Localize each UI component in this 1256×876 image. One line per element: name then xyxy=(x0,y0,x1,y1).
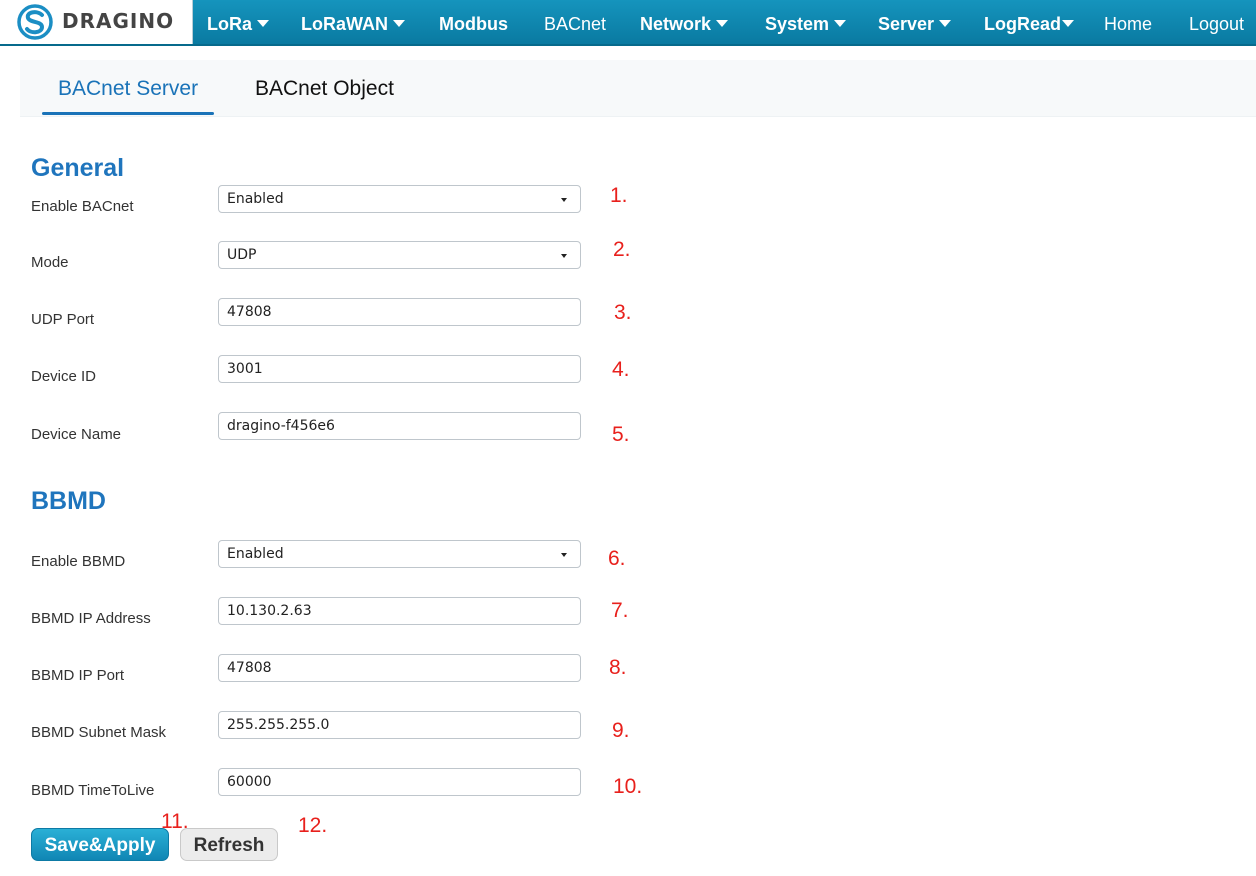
marker-10: 10. xyxy=(613,775,643,798)
bbmd-ip-port-input[interactable]: 47808 xyxy=(218,654,581,682)
marker-6: 6. xyxy=(608,547,626,570)
caret-down-icon xyxy=(257,20,269,28)
enable-bacnet-select[interactable]: Enabled xyxy=(218,185,581,213)
bbmd-subnet-mask-input[interactable]: 255.255.255.0 xyxy=(218,711,581,739)
udp-port-label: UDP Port xyxy=(31,311,95,328)
caret-down-icon xyxy=(393,20,405,28)
nav-bacnet-label: BACnet xyxy=(544,14,607,34)
nav-system[interactable]: System xyxy=(765,0,847,46)
section-title-bbmd: BBMD xyxy=(31,487,106,515)
nav-network[interactable]: Network xyxy=(640,0,729,46)
dragino-logo[interactable]: DRAGINO xyxy=(0,0,193,44)
nav-logout[interactable]: Logout xyxy=(1189,0,1244,46)
refresh-button[interactable]: Refresh xyxy=(180,828,278,861)
logo-text: DRAGINO xyxy=(62,9,175,33)
nav-logread[interactable]: LogRead xyxy=(984,0,1075,46)
caret-down-icon xyxy=(1062,20,1075,28)
enable-bacnet-value: Enabled xyxy=(227,191,284,207)
nav-lora[interactable]: LoRa xyxy=(207,0,269,46)
caret-down-icon xyxy=(834,20,847,28)
bbmd-subnet-mask-value: 255.255.255.0 xyxy=(227,717,330,733)
marker-8: 8. xyxy=(609,656,627,679)
device-id-input[interactable]: 3001 xyxy=(218,355,581,383)
enable-bbmd-select[interactable]: Enabled xyxy=(218,540,581,568)
marker-2: 2. xyxy=(613,238,631,261)
tab-strip: BACnet Server BACnet Object xyxy=(20,60,1256,117)
device-name-label: Device Name xyxy=(31,426,122,443)
select-caret-icon xyxy=(561,198,567,202)
bbmd-timetolive-value: 60000 xyxy=(227,774,272,790)
marker-7: 7. xyxy=(611,599,629,622)
mode-select[interactable]: UDP xyxy=(218,241,581,269)
device-name-input[interactable]: dragino-f456e6 xyxy=(218,412,581,440)
nav-modbus[interactable]: Modbus xyxy=(439,0,508,46)
device-name-value: dragino-f456e6 xyxy=(227,418,335,434)
bbmd-ip-address-value: 10.130.2.63 xyxy=(227,603,312,619)
enable-bacnet-label: Enable BACnet xyxy=(31,198,134,215)
bbmd-ip-port-label: BBMD IP Port xyxy=(31,667,125,684)
device-id-value: 3001 xyxy=(227,361,263,377)
nav-bacnet[interactable]: BACnet xyxy=(544,0,606,46)
bbmd-ip-address-label: BBMD IP Address xyxy=(31,610,151,627)
nav-lorawan[interactable]: LoRaWAN xyxy=(301,0,405,46)
udp-port-value: 47808 xyxy=(227,304,272,320)
marker-5: 5. xyxy=(612,423,630,446)
marker-1: 1. xyxy=(610,184,628,207)
dragino-logo-icon xyxy=(17,4,53,40)
tab-bacnet-server[interactable]: BACnet Server xyxy=(42,60,215,116)
select-caret-icon xyxy=(561,254,567,258)
nav-modbus-label: Modbus xyxy=(439,14,508,34)
marker-9: 9. xyxy=(612,719,630,742)
marker-12: 12. xyxy=(298,814,328,837)
mode-value: UDP xyxy=(227,247,257,263)
nav-logout-label: Logout xyxy=(1189,14,1245,34)
tab-bacnet-object-label: BACnet Object xyxy=(255,77,394,100)
section-title-general: General xyxy=(31,154,125,182)
nav-lora-label: LoRa xyxy=(207,14,252,34)
tab-bacnet-object[interactable]: BACnet Object xyxy=(239,60,410,116)
select-caret-icon xyxy=(561,553,567,557)
device-id-label: Device ID xyxy=(31,368,97,385)
top-navigation-bar: DRAGINO LoRa LoRaWAN Modbus BACnet Netwo… xyxy=(0,0,1256,46)
bbmd-subnet-mask-label: BBMD Subnet Mask xyxy=(31,724,167,741)
tab-bacnet-server-label: BACnet Server xyxy=(58,77,199,100)
enable-bbmd-label: Enable BBMD xyxy=(31,553,126,570)
active-tab-indicator xyxy=(42,112,215,115)
mode-label: Mode xyxy=(31,254,69,271)
nav-network-label: Network xyxy=(640,14,712,34)
nav-lorawan-label: LoRaWAN xyxy=(301,14,388,34)
bbmd-timetolive-input[interactable]: 60000 xyxy=(218,768,581,796)
marker-3: 3. xyxy=(614,301,632,324)
bbmd-ip-port-value: 47808 xyxy=(227,660,272,676)
udp-port-input[interactable]: 47808 xyxy=(218,298,581,326)
bbmd-timetolive-label: BBMD TimeToLive xyxy=(31,782,155,799)
caret-down-icon xyxy=(939,20,952,28)
save-apply-button[interactable]: Save&Apply xyxy=(31,828,169,861)
enable-bbmd-value: Enabled xyxy=(227,546,284,562)
nav-logread-label: LogRead xyxy=(984,14,1062,34)
nav-server[interactable]: Server xyxy=(878,0,952,46)
nav-home[interactable]: Home xyxy=(1104,0,1152,46)
bbmd-ip-address-input[interactable]: 10.130.2.63 xyxy=(218,597,581,625)
nav-system-label: System xyxy=(765,14,830,34)
nav-home-label: Home xyxy=(1104,14,1153,34)
nav-server-label: Server xyxy=(878,14,935,34)
marker-4: 4. xyxy=(612,358,630,381)
caret-down-icon xyxy=(716,20,729,28)
